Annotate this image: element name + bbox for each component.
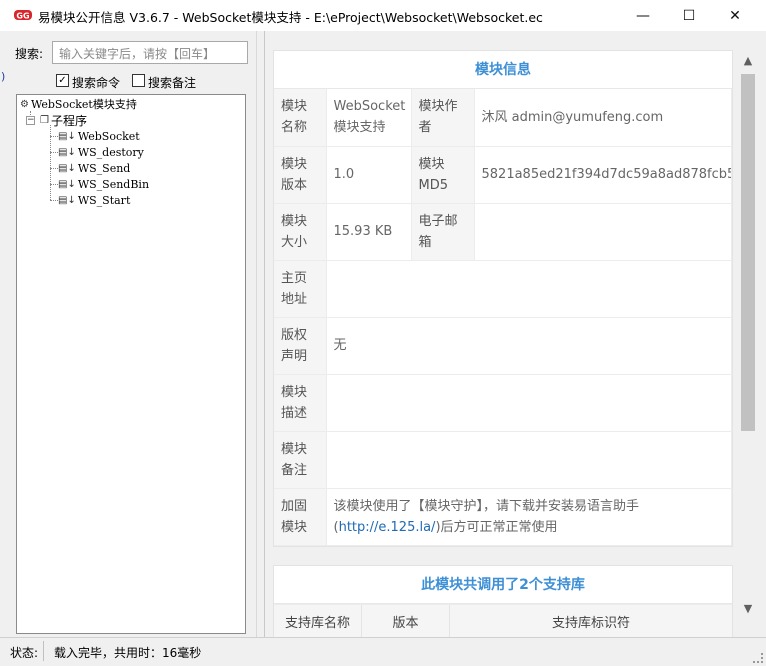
tree-item-label: WS_SendBin (77, 177, 150, 191)
table-row: 主页地址 (274, 260, 732, 318)
search-command-label[interactable]: 搜索命令 (72, 74, 120, 91)
field-value (326, 431, 732, 489)
field-label: 模块描述 (274, 374, 327, 432)
check-icon: ✓ (58, 75, 67, 86)
svg-text:GG: GG (16, 12, 29, 21)
field-label: 模块大小 (274, 203, 327, 261)
stray-glyph: ) (1, 70, 6, 83)
subroutine-icon: ▤↓ (58, 130, 76, 142)
minimize-button[interactable]: — (620, 0, 666, 31)
field-value: 无 (326, 317, 732, 375)
tree-item[interactable]: ▤↓ WS_Start (58, 192, 130, 208)
search-note-label[interactable]: 搜索备注 (148, 74, 196, 91)
field-value (474, 203, 732, 261)
search-command-checkbox[interactable]: ✓ (56, 74, 69, 87)
app-logo-icon: GG (14, 10, 32, 21)
search-note-checkbox[interactable] (132, 74, 145, 87)
tree-root-label: WebSocket模块支持 (30, 98, 137, 111)
field-label: 电子邮箱 (411, 203, 475, 261)
tree-connector (50, 168, 58, 169)
status-bar: 状态: 载入完毕，共用时：16毫秒 (0, 637, 766, 666)
table-row: 模块备注 (274, 431, 732, 489)
folder-stack-icon: ❐ (40, 114, 49, 126)
table-row: 模块大小 15.93 KB 电子邮箱 (274, 203, 732, 261)
tree-connector (50, 184, 58, 185)
tree-root[interactable]: ⚙ WebSocket模块支持 (20, 96, 137, 112)
module-info-table: 模块名称 WebSocket模块支持 模块作者 沐风 admin@yumufen… (274, 89, 732, 546)
protect-tail: )后方可正常正常使用 (435, 519, 558, 535)
column-header: 版本 (362, 605, 450, 637)
module-info-card: 模块信息 模块名称 WebSocket模块支持 模块作者 沐风 admin@yu… (273, 50, 733, 547)
tree-item[interactable]: ▤↓ WebSocket (58, 128, 140, 144)
search-label: 搜索: (15, 47, 44, 61)
scroll-up-icon[interactable]: ▲ (739, 52, 757, 70)
field-value (326, 260, 732, 318)
field-label: 模块备注 (274, 431, 327, 489)
field-value: 该模块使用了【模块守护】，请下载并安装易语言助手(http://e.125.la… (326, 488, 732, 546)
status-text: 载入完毕，共用时：16毫秒 (54, 646, 202, 660)
tree-group-subprograms[interactable]: ❐ 子程序 (40, 112, 87, 128)
tree-group-label: 子程序 (50, 113, 87, 128)
support-libs-card: 此模块共调用了2个支持库 支持库名称 版本 支持库标识符 (273, 565, 733, 637)
support-libs-title: 此模块共调用了2个支持库 (274, 566, 732, 604)
status-divider (43, 641, 44, 661)
field-label: 模块作者 (411, 89, 475, 147)
tree-item-label: WS_Start (77, 193, 131, 207)
tree-item-label: WebSocket (77, 129, 140, 143)
field-label: 模块名称 (274, 89, 327, 147)
assistant-download-link[interactable]: http://e.125.la/ (339, 520, 436, 535)
subroutine-icon: ▤↓ (58, 178, 76, 190)
column-header: 支持库名称 (274, 605, 362, 637)
tree-item[interactable]: ▤↓ WS_Send (58, 160, 130, 176)
resize-grip-icon[interactable] (753, 653, 763, 663)
field-value: 5821a85ed21f394d7dc59a8ad878fcb5 (474, 146, 732, 204)
title-bar: GG 易模块公开信息 V3.6.7 - WebSocket模块支持 - E:\e… (0, 0, 766, 31)
collapse-icon[interactable]: − (26, 116, 35, 125)
table-row: 版权声明 无 (274, 317, 732, 375)
subroutine-icon: ▤↓ (58, 194, 76, 206)
tree-item[interactable]: ▤↓ WS_destory (58, 144, 144, 160)
table-row: 加固模块 该模块使用了【模块守护】，请下载并安装易语言助手(http://e.1… (274, 488, 732, 546)
tree-connector (50, 136, 58, 137)
scroll-thumb[interactable] (741, 74, 755, 431)
tree-item-label: WS_Send (77, 161, 131, 175)
support-libs-header: 支持库名称 版本 支持库标识符 (274, 604, 732, 637)
field-label: 版权声明 (274, 317, 327, 375)
field-value: WebSocket模块支持 (326, 89, 412, 147)
maximize-button[interactable]: ☐ (666, 0, 712, 31)
field-value: 15.93 KB (326, 203, 412, 261)
close-button[interactable]: ✕ (712, 0, 758, 31)
module-info-title: 模块信息 (274, 51, 732, 89)
tree-item-label: WS_destory (77, 145, 144, 159)
field-label: 加固模块 (274, 488, 327, 546)
vertical-scrollbar[interactable]: ▲ ▼ (739, 52, 757, 637)
field-label: 主页地址 (274, 260, 327, 318)
field-value (326, 374, 732, 432)
search-input[interactable]: 输入关键字后，请按【回车】 (52, 41, 248, 64)
window-title: 易模块公开信息 V3.6.7 - WebSocket模块支持 - E:\ePro… (38, 10, 543, 25)
field-label: 模块版本 (274, 146, 327, 204)
field-value: 1.0 (326, 146, 412, 204)
subroutine-icon: ▤↓ (58, 162, 76, 174)
table-row: 模块版本 1.0 模块MD5 5821a85ed21f394d7dc59a8ad… (274, 146, 732, 204)
scroll-down-icon[interactable]: ▼ (739, 600, 757, 618)
tree-item[interactable]: ▤↓ WS_SendBin (58, 176, 149, 192)
field-label: 模块MD5 (411, 146, 475, 204)
table-row: 模块描述 (274, 374, 732, 432)
detail-panel: 模块信息 模块名称 WebSocket模块支持 模块作者 沐风 admin@yu… (264, 31, 766, 637)
field-value: 沐风 admin@yumufeng.com (474, 89, 732, 147)
module-icon: ⚙ (20, 98, 29, 110)
column-header: 支持库标识符 (551, 616, 630, 631)
pane-splitter[interactable] (256, 31, 264, 637)
table-row: 模块名称 WebSocket模块支持 模块作者 沐风 admin@yumufen… (274, 89, 732, 147)
status-label: 状态: (10, 646, 39, 660)
subroutine-icon: ▤↓ (58, 146, 76, 158)
module-tree[interactable]: ⚙ WebSocket模块支持 − ❐ 子程序 ▤↓ WebSocket ▤↓ … (16, 94, 246, 634)
tree-connector (50, 200, 58, 201)
tree-connector (50, 152, 58, 153)
